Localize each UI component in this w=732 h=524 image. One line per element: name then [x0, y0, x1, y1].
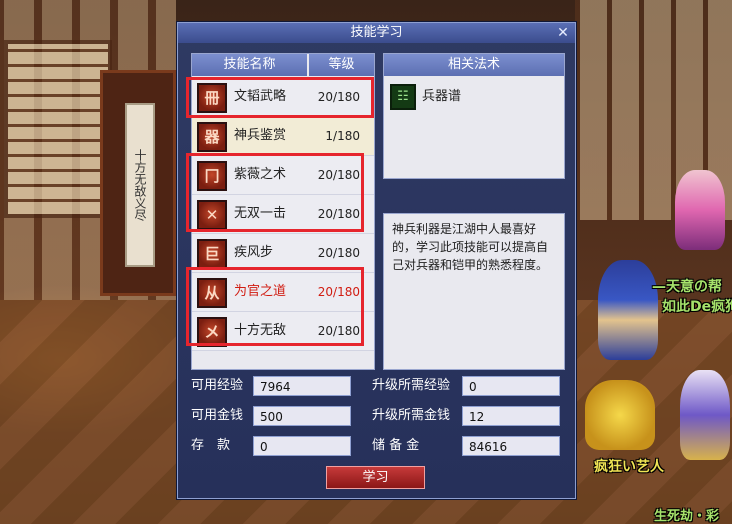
skill-description-text: 神兵利器是江湖中人最喜好的，学习此项技能可以提高自己对兵器和铠甲的熟悉程度。: [392, 222, 549, 272]
upgrade-exp-label: 升级所需经验: [372, 378, 451, 393]
npc-label-artist[interactable]: 疯狂い艺人: [594, 456, 664, 476]
upgrade-money-value: 12: [462, 406, 560, 426]
skill-name-header: 技能名称: [192, 54, 307, 76]
available-money-label: 可用金钱: [191, 408, 244, 423]
available-exp-value: 7964: [253, 376, 351, 396]
npc-label-shengsi[interactable]: 生死劫・彩: [654, 505, 719, 524]
skill-name: 神兵鉴赏: [234, 128, 287, 143]
skill-level: 1/180: [325, 129, 360, 143]
deposit-value: 0: [253, 436, 351, 456]
skill-level: 20/180: [317, 168, 360, 182]
related-spell-name: 兵器谱: [422, 89, 462, 104]
shrine-cabinet: 十方无敌义尽: [100, 70, 176, 296]
skill-icon-shenbing: 器: [197, 122, 227, 152]
shrine-scroll: 十方无敌义尽: [125, 103, 155, 267]
skill-name: 无双一击: [234, 206, 287, 221]
skill-icon-shifang: メ: [197, 317, 227, 347]
npc-label-guild[interactable]: —天意の帮: [652, 276, 722, 296]
reserve-label: 储 备 金: [372, 438, 420, 453]
skill-name: 十方无敌: [234, 323, 287, 338]
skill-icon-weiguan: 从: [197, 278, 227, 308]
skill-icon-wentao: 冊: [197, 83, 227, 113]
skill-icon-wushuang: ✕: [197, 200, 227, 230]
skill-row-shifang[interactable]: メ 十方无敌 20/180: [192, 312, 374, 351]
skill-row-jifeng[interactable]: 巨 疾风步 20/180: [192, 234, 374, 273]
skill-level: 20/180: [317, 207, 360, 221]
related-spell-bingqipu[interactable]: ☷ 兵器谱: [384, 78, 564, 116]
skill-name: 疾风步: [234, 245, 274, 260]
spell-icon-bingqipu: ☷: [390, 84, 416, 110]
npc-character-pink[interactable]: [675, 170, 725, 250]
deposit-label: 存 款: [191, 438, 231, 453]
skill-learning-dialog: 技能学习 ✕ 技能名称 等级 冊 文韬武略 20/180 器 神兵鉴赏 1/18…: [177, 22, 576, 499]
skill-level: 20/180: [317, 324, 360, 338]
skill-level: 20/180: [317, 90, 360, 104]
upgrade-money-label: 升级所需金钱: [372, 408, 451, 423]
reserve-value: 84616: [462, 436, 560, 456]
skill-name: 紫薇之术: [234, 167, 287, 182]
close-icon[interactable]: ✕: [555, 25, 571, 41]
skill-name: 文韬武略: [234, 89, 287, 104]
related-spells-panel: 相关法术 ☷ 兵器谱: [383, 53, 565, 179]
related-spells-header: 相关法术: [384, 54, 564, 76]
skill-rows: 冊 文韬武略 20/180 器 神兵鉴赏 1/180 冂 紫薇之术 20/180…: [192, 78, 374, 351]
npc-character-yellow[interactable]: [585, 380, 655, 450]
available-exp-label: 可用经验: [191, 378, 244, 393]
npc-label-player[interactable]: 如此De疯狗: [662, 296, 732, 316]
skill-name: 为官之道: [234, 284, 287, 299]
available-money-value: 500: [253, 406, 351, 426]
upgrade-exp-value: 0: [462, 376, 560, 396]
skill-level: 20/180: [317, 285, 360, 299]
lattice-window: [4, 40, 112, 218]
skill-row-weiguan[interactable]: 从 为官之道 20/180: [192, 273, 374, 312]
skill-description-panel: 神兵利器是江湖中人最喜好的，学习此项技能可以提高自己对兵器和铠甲的熟悉程度。: [383, 213, 565, 370]
skill-icon-ziwei: 冂: [197, 161, 227, 191]
skill-row-wushuang[interactable]: ✕ 无双一击 20/180: [192, 195, 374, 234]
skill-icon-jifeng: 巨: [197, 239, 227, 269]
npc-character-purple[interactable]: [680, 370, 730, 460]
player-character[interactable]: [598, 260, 658, 360]
skill-row-shenbing[interactable]: 器 神兵鉴赏 1/180: [192, 117, 374, 156]
skill-level-header: 等级: [309, 54, 374, 76]
skill-list-panel: 技能名称 等级 冊 文韬武略 20/180 器 神兵鉴赏 1/180 冂 紫薇之…: [191, 53, 375, 370]
skill-level: 20/180: [317, 246, 360, 260]
dialog-title[interactable]: 技能学习: [178, 23, 575, 43]
skill-row-ziwei[interactable]: 冂 紫薇之术 20/180: [192, 156, 374, 195]
skill-row-wentao[interactable]: 冊 文韬武略 20/180: [192, 78, 374, 117]
learn-button[interactable]: 学习: [326, 466, 425, 489]
